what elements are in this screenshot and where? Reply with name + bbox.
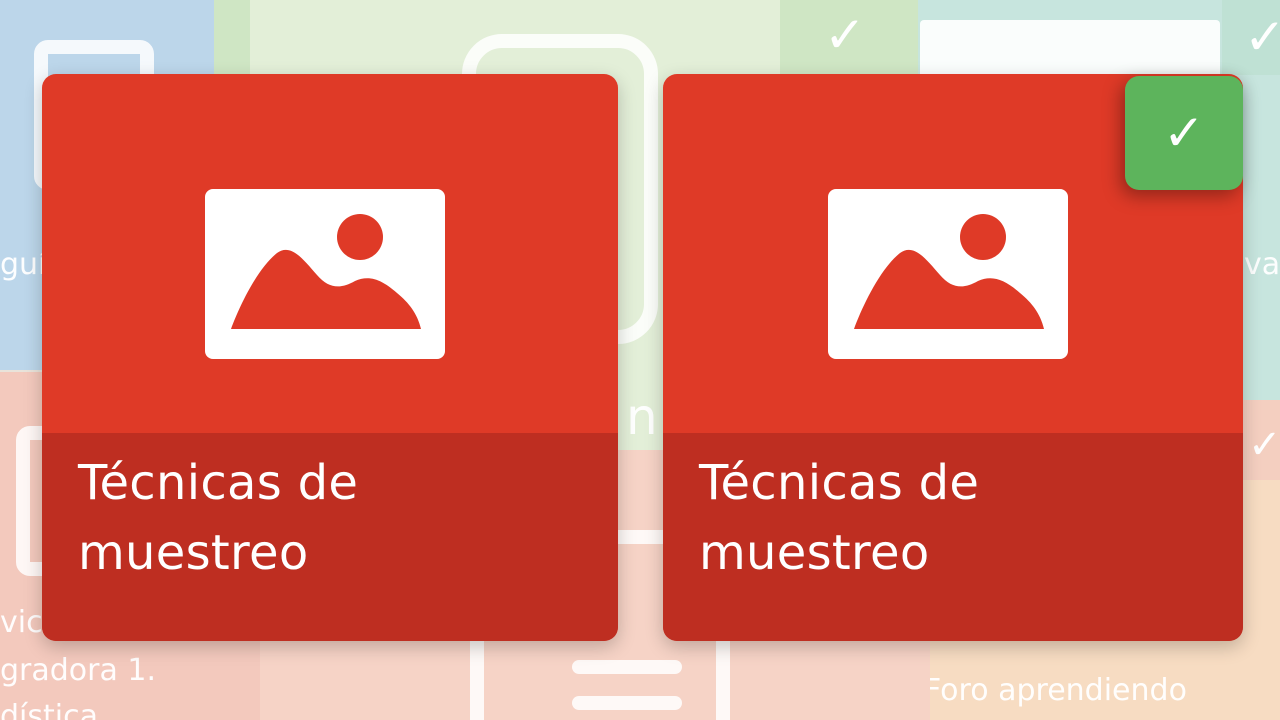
checkmark-icon: ✓ — [824, 6, 866, 64]
tile-label: n — [626, 388, 658, 446]
card-title: Técnicas de muestreo — [699, 455, 980, 581]
background-tile — [214, 0, 254, 75]
tile-label: Foro aprendiendo — [930, 673, 1187, 708]
tile-label: guí — [0, 247, 47, 282]
checkmark-icon: ✓ — [1244, 8, 1280, 66]
background-tile: ✓ — [1222, 0, 1280, 75]
document-line — [572, 696, 682, 710]
completed-badge: ✓ — [1125, 76, 1243, 190]
tile-label: dística — [0, 699, 98, 720]
image-icon — [205, 189, 445, 359]
background-tile: ✓ — [780, 0, 920, 75]
activity-card-tecnicas-de-muestreo[interactable]: Técnicas de muestreo — [42, 74, 618, 641]
document-line — [572, 660, 682, 674]
image-icon — [828, 189, 1068, 359]
card-body: Técnicas de muestreo — [42, 74, 618, 641]
card-title: Técnicas de muestreo — [78, 455, 359, 581]
activity-card-tecnicas-de-muestreo-completed[interactable]: Técnicas de muestreo ✓ — [663, 74, 1243, 641]
tile-label: gradora 1. — [0, 653, 157, 688]
checkmark-icon: ✓ — [1248, 422, 1280, 468]
background-tile: ✓ — [1242, 400, 1280, 480]
tile-label: va — [1244, 247, 1280, 282]
tile-label: vic — [0, 605, 43, 640]
checkmark-icon: ✓ — [1163, 104, 1205, 162]
